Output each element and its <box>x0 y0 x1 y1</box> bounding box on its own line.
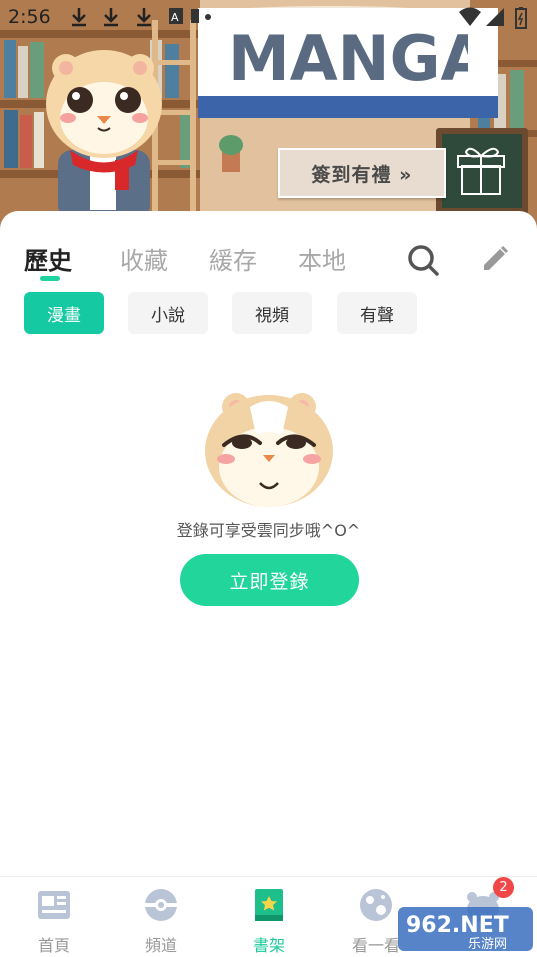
app-icon: A <box>169 8 183 24</box>
channel-icon <box>145 889 177 921</box>
nav-home[interactable]: 首頁 <box>9 877 99 957</box>
status-bar: 2:56 A <box>0 0 537 34</box>
home-newspaper-icon <box>38 891 70 919</box>
nav-bookshelf[interactable]: 書架 <box>224 877 314 957</box>
tab-cache[interactable]: 緩存 <box>209 241 257 276</box>
sign-in-label: 簽到有禮 » <box>311 163 413 186</box>
status-time: 2:56 <box>8 6 51 28</box>
battery-icon <box>515 7 527 29</box>
content-type-chips: 漫畫 小說 視頻 有聲 <box>24 292 524 334</box>
site-watermark: 962.NET 乐游网 <box>398 907 533 952</box>
chip-video[interactable]: 視頻 <box>232 292 312 334</box>
tab-local[interactable]: 本地 <box>298 241 346 276</box>
dot-icon <box>205 14 211 20</box>
download-icon <box>137 8 151 27</box>
sign-in-reward-button[interactable]: 簽到有禮 » <box>278 148 446 198</box>
watermark-main: 962.NET <box>406 913 509 938</box>
watermark-sub: 乐游网 <box>468 937 507 952</box>
tab-active-indicator <box>40 276 60 281</box>
empty-state-hamster-illustration <box>205 393 333 507</box>
nav-channel[interactable]: 頻道 <box>116 877 206 957</box>
planet-icon <box>360 889 392 921</box>
hamster-mascot <box>46 50 162 220</box>
chip-novel[interactable]: 小說 <box>128 292 208 334</box>
download-icon <box>72 8 86 27</box>
bookshelf-icon <box>255 889 283 921</box>
sim-icon <box>191 9 199 23</box>
tab-favorites[interactable]: 收藏 <box>120 241 168 276</box>
search-icon[interactable] <box>406 243 440 277</box>
svg-text:A: A <box>171 11 179 24</box>
edit-pencil-icon[interactable] <box>480 244 510 274</box>
nav-home-label: 首頁 <box>37 936 70 955</box>
bookshelf-panel: 歷史 收藏 緩存 本地 漫畫 小說 視頻 有聲 <box>0 211 537 876</box>
login-now-button[interactable]: 立即登錄 <box>180 554 359 606</box>
login-sync-message: 登錄可享受雲同步哦^O^ <box>176 521 361 540</box>
download-icon <box>104 8 118 27</box>
chip-manga[interactable]: 漫畫 <box>24 292 104 334</box>
nav-channel-label: 頻道 <box>144 936 177 955</box>
nav-bookshelf-label: 書架 <box>252 936 285 955</box>
shelf-tabs: 歷史 收藏 緩存 本地 <box>0 241 537 281</box>
header-banner[interactable]: MANGA 簽到有禮 » <box>0 0 537 235</box>
wifi-icon <box>459 7 481 26</box>
signal-icon <box>486 8 504 26</box>
tab-history[interactable]: 歷史 <box>24 241 72 276</box>
chip-audio[interactable]: 有聲 <box>337 292 417 334</box>
notification-badge: 2 <box>493 877 514 898</box>
